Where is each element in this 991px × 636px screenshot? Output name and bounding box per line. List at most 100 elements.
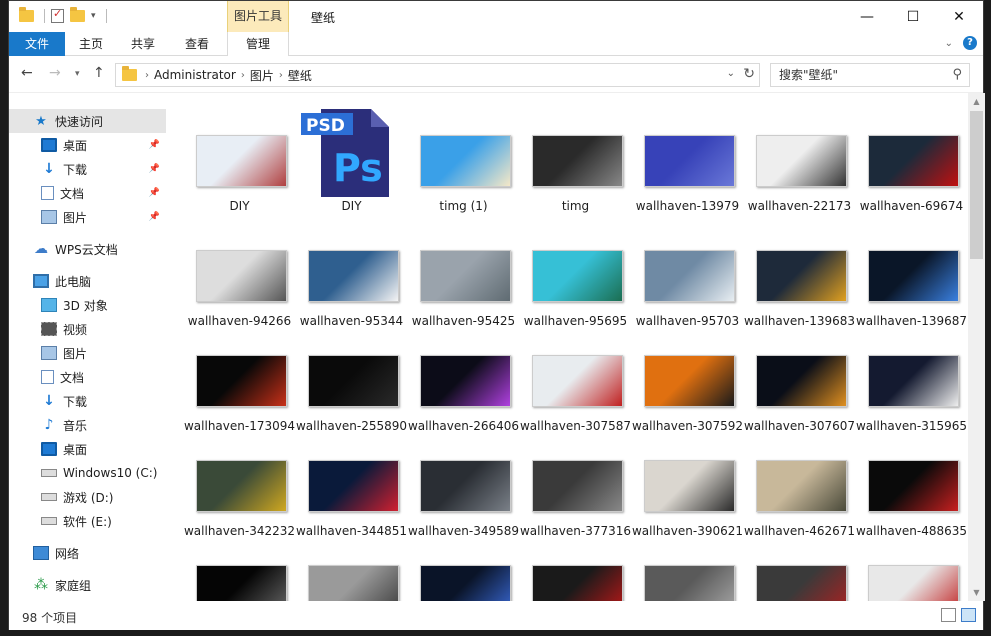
file-item[interactable]: wallhaven-488635 (846, 448, 967, 553)
tab-manage[interactable]: 管理 (227, 32, 289, 57)
file-item[interactable] (398, 553, 511, 601)
nav-item-pc-documents[interactable]: 文档 (9, 365, 166, 389)
vertical-scrollbar[interactable]: ▲ ▼ (968, 93, 985, 601)
nav-item-desktop[interactable]: 桌面 📌 (9, 133, 166, 157)
file-item[interactable] (846, 553, 959, 601)
file-item[interactable]: wallhaven-22173 (734, 123, 851, 228)
large-icons-view-icon[interactable] (961, 608, 976, 622)
image-thumbnail (308, 355, 399, 407)
file-item[interactable]: wallhaven-266406 (398, 343, 519, 448)
nav-item-documents[interactable]: 文档 📌 (9, 181, 166, 205)
address-bar[interactable]: › Administrator › 图片 › 壁纸 ⌄ ↻ (115, 63, 760, 87)
file-item[interactable] (734, 553, 847, 601)
file-item[interactable]: wallhaven-69674 (846, 123, 963, 228)
file-item[interactable]: timg (1) (398, 123, 511, 228)
nav-quick-access[interactable]: ★ 快速访问 (9, 109, 166, 133)
tab-home[interactable]: 主页 (67, 32, 115, 56)
file-item[interactable]: timg (510, 123, 623, 228)
download-icon: ↓ (43, 393, 55, 409)
file-item[interactable] (286, 553, 399, 601)
scrollbar-thumb[interactable] (970, 111, 983, 259)
breadcrumb-pictures[interactable]: 图片 (250, 67, 274, 84)
nav-item-drive-c[interactable]: Windows10 (C:) (9, 461, 166, 485)
file-item[interactable]: wallhaven-94266 (174, 238, 291, 343)
new-folder-icon[interactable] (70, 7, 85, 22)
file-item[interactable]: wallhaven-307592 (622, 343, 743, 448)
file-item[interactable]: wallhaven-344851 (286, 448, 407, 553)
pin-icon[interactable]: 📌 (149, 140, 160, 150)
maximize-button[interactable]: ☐ (890, 1, 936, 32)
tab-share[interactable]: 共享 (119, 32, 167, 56)
file-item[interactable] (174, 553, 287, 601)
nav-homegroup[interactable]: ⁂ 家庭组 (9, 573, 166, 597)
up-arrow-icon[interactable]: ↑ (93, 65, 105, 81)
nav-item-pc-pictures[interactable]: 图片 (9, 341, 166, 365)
scroll-up-icon[interactable]: ▲ (968, 93, 985, 110)
nav-item-3d-objects[interactable]: 3D 对象 (9, 293, 166, 317)
file-item[interactable]: wallhaven-139687 (846, 238, 967, 343)
recent-locations-icon[interactable]: ▾ (75, 69, 80, 79)
properties-icon[interactable] (51, 7, 64, 23)
nav-item-drive-d[interactable]: 游戏 (D:) (9, 485, 166, 509)
refresh-icon[interactable]: ↻ (743, 66, 755, 82)
nav-item-drive-e[interactable]: 软件 (E:) (9, 509, 166, 533)
file-item[interactable]: wallhaven-315965 (846, 343, 967, 448)
chevron-down-icon[interactable]: ⌄ (727, 68, 735, 79)
nav-wps-cloud[interactable]: ☁ WPS云文档 (9, 237, 166, 261)
file-item[interactable]: wallhaven-255890 (286, 343, 407, 448)
navigation-pane: ★ 快速访问 桌面 📌 ↓ 下载 📌 文档 📌 图片 📌 ☁ WPS云文档 此电… (9, 93, 166, 601)
file-item[interactable]: wallhaven-13979 (622, 123, 739, 228)
pin-icon[interactable]: 📌 (149, 188, 160, 198)
nav-item-videos[interactable]: 视频 (9, 317, 166, 341)
breadcrumb-wallpaper[interactable]: 壁纸 (288, 67, 312, 84)
search-icon[interactable]: ⚲ (952, 64, 962, 86)
pin-icon[interactable]: 📌 (149, 212, 160, 222)
nav-item-downloads[interactable]: ↓ 下载 📌 (9, 157, 166, 181)
customize-toolbar-icon[interactable]: ▾ (91, 11, 96, 21)
close-button[interactable]: ✕ (936, 1, 982, 32)
folder-icon[interactable] (19, 7, 34, 22)
nav-item-pc-desktop[interactable]: 桌面 (9, 437, 166, 461)
scroll-down-icon[interactable]: ▼ (968, 584, 985, 601)
file-item[interactable]: wallhaven-390621 (622, 448, 743, 553)
help-icon[interactable]: ? (963, 36, 977, 50)
nav-label: 音乐 (63, 418, 88, 433)
details-view-icon[interactable] (941, 608, 956, 622)
file-item[interactable]: wallhaven-349589 (398, 448, 519, 553)
file-item[interactable]: wallhaven-139683 (734, 238, 855, 343)
tab-file[interactable]: 文件 (9, 32, 65, 56)
file-item[interactable]: wallhaven-342232 (174, 448, 295, 553)
nav-item-pc-downloads[interactable]: ↓ 下载 (9, 389, 166, 413)
homegroup-icon: ⁂ (34, 577, 48, 593)
file-item[interactable]: wallhaven-307587 (510, 343, 631, 448)
file-item[interactable]: DIY (174, 123, 287, 228)
file-item[interactable]: wallhaven-95703 (622, 238, 739, 343)
tab-view[interactable]: 查看 (173, 32, 221, 56)
file-item[interactable]: wallhaven-307607 (734, 343, 855, 448)
file-item[interactable]: wallhaven-95695 (510, 238, 627, 343)
expand-ribbon-icon[interactable]: ⌄ (945, 38, 953, 49)
search-input[interactable]: 搜索"壁纸" ⚲ (770, 63, 970, 87)
minimize-button[interactable]: — (844, 1, 890, 32)
file-item[interactable]: wallhaven-377316 (510, 448, 631, 553)
file-item[interactable]: PSD Ps DIY (286, 109, 398, 228)
file-item[interactable]: wallhaven-95425 (398, 238, 515, 343)
nav-this-pc[interactable]: 此电脑 (9, 269, 166, 293)
chevron-right-icon[interactable]: › (145, 70, 149, 81)
file-item[interactable]: wallhaven-462671 (734, 448, 855, 553)
nav-network[interactable]: 网络 (9, 541, 166, 565)
chevron-right-icon[interactable]: › (241, 70, 245, 81)
file-item[interactable]: wallhaven-95344 (286, 238, 403, 343)
nav-item-pictures[interactable]: 图片 📌 (9, 205, 166, 229)
file-item[interactable] (510, 553, 623, 601)
image-thumbnail (196, 250, 287, 302)
forward-arrow-icon[interactable]: → (49, 65, 61, 81)
chevron-right-icon[interactable]: › (279, 70, 283, 81)
pin-icon[interactable]: 📌 (149, 164, 160, 174)
file-item[interactable]: wallhaven-173094 (174, 343, 295, 448)
image-thumbnail (196, 355, 287, 407)
breadcrumb-administrator[interactable]: Administrator (154, 68, 236, 82)
nav-item-music[interactable]: ♪ 音乐 (9, 413, 166, 437)
file-item[interactable] (622, 553, 735, 601)
back-arrow-icon[interactable]: ← (21, 65, 33, 81)
